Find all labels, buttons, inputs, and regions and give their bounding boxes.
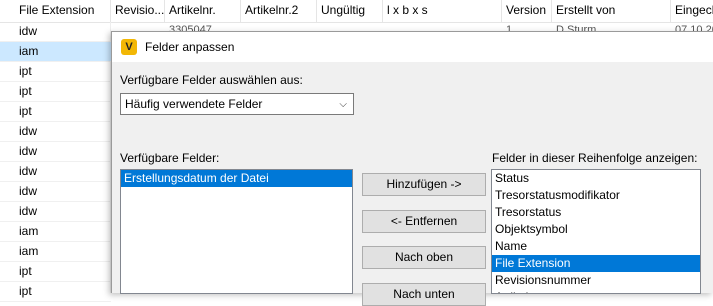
table-row[interactable]: ipt xyxy=(0,262,111,282)
available-field-item[interactable]: Erstellungsdatum der Datei xyxy=(121,170,352,187)
table-row[interactable]: iam xyxy=(0,242,111,262)
list-item[interactable]: Tresorstatus xyxy=(492,204,700,221)
table-row[interactable]: ipt xyxy=(0,62,111,82)
table-row[interactable]: idw xyxy=(0,202,111,222)
remove-button[interactable]: <- Entfernen xyxy=(362,210,486,233)
table-row[interactable]: ipt xyxy=(0,282,111,302)
available-fields-label: Verfügbare Felder: xyxy=(120,151,220,165)
dialog-titlebar[interactable]: V Felder anpassen xyxy=(112,32,713,62)
move-down-button[interactable]: Nach unten xyxy=(362,283,486,306)
available-fields-list[interactable]: Erstellungsdatum der Datei xyxy=(120,169,353,294)
list-item[interactable]: Artikelnr. xyxy=(492,289,700,293)
chevron-down-icon: ⌵ xyxy=(339,99,347,110)
list-item[interactable]: Objektsymbol xyxy=(492,221,700,238)
column-header-artikelnr[interactable]: Artikelnr. xyxy=(165,0,241,22)
selected-fields-label: Felder in dieser Reihenfolge anzeigen: xyxy=(492,151,698,165)
list-item[interactable]: Tresorstatusmodifikator xyxy=(492,187,700,204)
source-label: Verfügbare Felder auswählen aus: xyxy=(120,73,303,87)
dialog-title: Felder anpassen xyxy=(145,40,235,54)
add-button[interactable]: Hinzufügen -> xyxy=(362,173,486,196)
table-row[interactable]: idw xyxy=(0,122,111,142)
vault-app-icon: V xyxy=(121,39,137,55)
table-row[interactable]: idw xyxy=(0,22,111,42)
table-row[interactable]: ipt xyxy=(0,82,111,102)
list-item[interactable]: Status xyxy=(492,170,700,187)
grid-header: File Extension Revisio... Artikelnr. Art… xyxy=(0,0,713,23)
customize-fields-dialog: V Felder anpassen Verfügbare Felder ausw… xyxy=(111,31,713,306)
selected-fields-list[interactable]: Status Tresorstatusmodifikator Tresorstatu… xyxy=(491,169,701,294)
column-header-revision[interactable]: Revisio... xyxy=(111,0,165,22)
column-header-artikelnr2[interactable]: Artikelnr.2 xyxy=(241,0,317,22)
field-source-select[interactable]: Häufig verwendete Felder ⌵ xyxy=(120,93,354,115)
list-item[interactable]: Name xyxy=(492,238,700,255)
column-header-ungueltig[interactable]: Ungültig xyxy=(317,0,383,22)
table-row[interactable]: ipt xyxy=(0,102,111,122)
table-row[interactable]: idw xyxy=(0,182,111,202)
list-item[interactable]: Revisionsnummer xyxy=(492,272,700,289)
table-row[interactable]: idw xyxy=(0,162,111,182)
list-item[interactable]: File Extension xyxy=(492,255,700,272)
column-header-file-extension[interactable]: File Extension xyxy=(0,0,111,22)
table-row[interactable]: iam xyxy=(0,42,111,62)
table-row[interactable]: iam xyxy=(0,222,111,242)
move-up-button[interactable]: Nach oben xyxy=(362,246,486,269)
column-header-erstellt-von[interactable]: Erstellt von xyxy=(552,0,671,22)
field-source-value: Häufig verwendete Felder xyxy=(125,97,263,111)
column-header-eingecheckt[interactable]: Eingech xyxy=(671,0,713,22)
column-header-lxbxs[interactable]: l x b x s xyxy=(383,0,502,22)
column-header-version[interactable]: Version xyxy=(502,0,552,22)
table-row[interactable]: idw xyxy=(0,142,111,162)
